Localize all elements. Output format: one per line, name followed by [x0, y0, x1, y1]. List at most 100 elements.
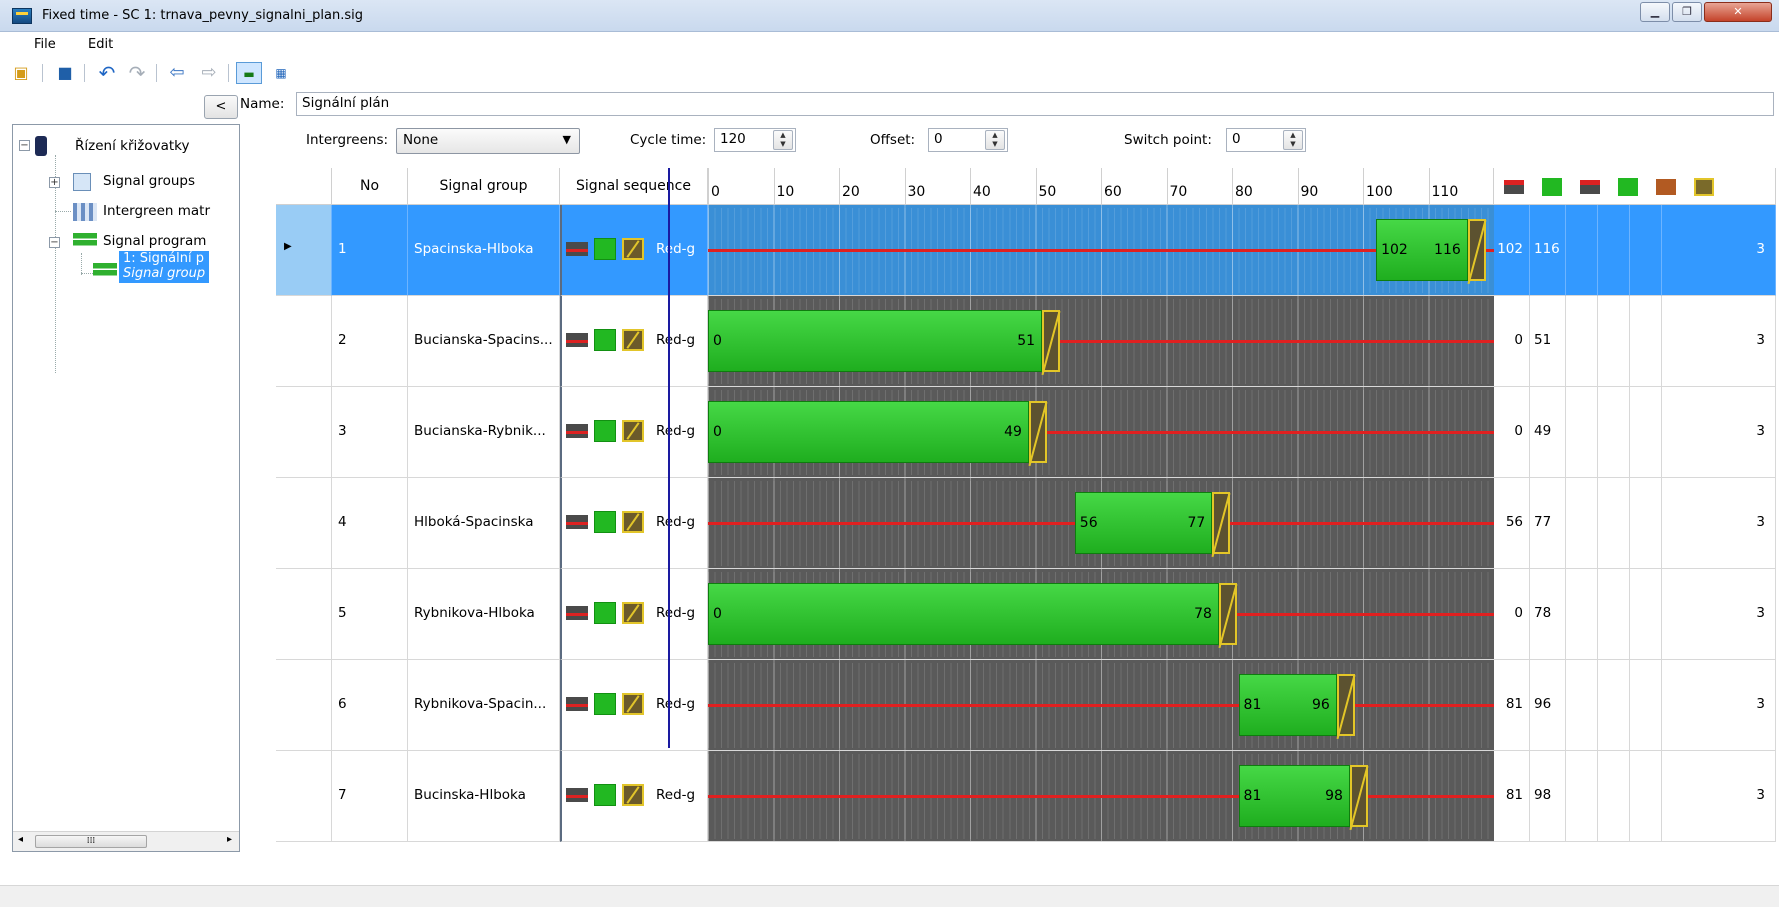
name-input[interactable]: Signální plán [296, 92, 1774, 116]
cell-empty[interactable] [1630, 478, 1662, 569]
cell-green-end[interactable]: 116 [1530, 205, 1566, 296]
amber-phase-block[interactable] [1212, 492, 1231, 554]
header-no[interactable]: No [332, 168, 408, 205]
header-signal-group[interactable]: Signal group [408, 168, 560, 205]
table-row[interactable]: 2 Bucianska-Spacins... Red-g 0 51 0 51 3 [276, 296, 1776, 387]
row-header[interactable] [276, 478, 332, 569]
tree-intergreen-matrix[interactable]: Intergreen matr [103, 203, 210, 219]
cell-signal-sequence[interactable]: Red-g [560, 751, 708, 842]
table-row[interactable]: 4 Hlboká-Spacinska Red-g 56 77 56 77 3 [276, 478, 1776, 569]
cell-green-start[interactable]: 81 [1494, 751, 1530, 842]
signal-timeline[interactable]: 56 77 [708, 478, 1494, 569]
cell-empty[interactable] [1630, 660, 1662, 751]
collapse-root-icon[interactable]: − [19, 140, 30, 151]
cell-amber-duration[interactable]: 3 [1662, 569, 1776, 660]
cell-green-start[interactable]: 0 [1494, 387, 1530, 478]
cell-no[interactable]: 5 [332, 569, 408, 660]
collapse-signal-program-icon[interactable]: − [49, 237, 60, 248]
table-row[interactable]: 6 Rybnikova-Spacin... Red-g 81 96 81 96 … [276, 660, 1776, 751]
cell-amber-duration[interactable]: 3 [1662, 751, 1776, 842]
cell-green-start[interactable]: 102 [1494, 205, 1530, 296]
signal-timeline[interactable]: 0 51 [708, 296, 1494, 387]
cell-signal-group[interactable]: Bucianska-Rybnik... [408, 387, 560, 478]
row-header[interactable] [276, 387, 332, 478]
green-phase-bar[interactable]: 0 51 [708, 310, 1043, 372]
green-phase-bar[interactable]: 0 78 [708, 583, 1219, 645]
menu-file[interactable]: File [34, 37, 56, 52]
cell-signal-group[interactable]: Bucianska-Spacins... [408, 296, 560, 387]
signal-timeline[interactable]: 0 49 [708, 387, 1494, 478]
row-header[interactable] [276, 751, 332, 842]
save-icon[interactable]: ■ [54, 62, 76, 84]
cell-signal-group[interactable]: Bucinska-Hlboka [408, 751, 560, 842]
signal-timeline[interactable]: 81 96 [708, 660, 1494, 751]
cell-empty[interactable] [1598, 296, 1630, 387]
amber-phase-block[interactable] [1042, 310, 1061, 372]
scroll-right-icon[interactable]: ▸ [227, 834, 232, 845]
cell-no[interactable]: 7 [332, 751, 408, 842]
cell-signal-group[interactable]: Spacinska-Hlboka [408, 205, 560, 296]
cell-empty[interactable] [1598, 478, 1630, 569]
amber-phase-block[interactable] [1349, 765, 1368, 827]
cell-empty[interactable] [1598, 205, 1630, 296]
tree-signal-groups[interactable]: Signal groups [103, 173, 195, 189]
cell-signal-sequence[interactable]: Red-g [560, 387, 708, 478]
close-button[interactable]: ✕ [1704, 2, 1772, 22]
cell-amber-duration[interactable]: 3 [1662, 387, 1776, 478]
cell-no[interactable]: 1 [332, 205, 408, 296]
table-row[interactable]: ▶ 1 Spacinska-Hlboka Red-g 102 116 102 1… [276, 205, 1776, 296]
cell-green-end[interactable]: 51 [1530, 296, 1566, 387]
cell-amber-duration[interactable]: 3 [1662, 205, 1776, 296]
cell-signal-sequence[interactable]: Red-g [560, 660, 708, 751]
cell-signal-sequence[interactable]: Red-g [560, 205, 708, 296]
cell-signal-group[interactable]: Hlboká-Spacinska [408, 478, 560, 569]
cell-green-start[interactable]: 0 [1494, 296, 1530, 387]
row-header[interactable] [276, 296, 332, 387]
cell-empty[interactable] [1566, 569, 1598, 660]
cell-signal-sequence[interactable]: Red-g [560, 478, 708, 569]
cell-empty[interactable] [1598, 751, 1630, 842]
cell-empty[interactable] [1630, 751, 1662, 842]
green-phase-bar[interactable]: 81 98 [1238, 765, 1350, 827]
cell-empty[interactable] [1566, 660, 1598, 751]
table-view-icon[interactable]: ▦ [268, 62, 294, 84]
cell-empty[interactable] [1598, 660, 1630, 751]
table-row[interactable]: 5 Rybnikova-Hlboka Red-g 0 78 0 78 3 [276, 569, 1776, 660]
cell-empty[interactable] [1630, 296, 1662, 387]
switch-point-spinner[interactable]: ▲ ▼ [1283, 130, 1303, 150]
cell-green-start[interactable]: 56 [1494, 478, 1530, 569]
cell-green-end[interactable]: 78 [1530, 569, 1566, 660]
row-header[interactable] [276, 569, 332, 660]
amber-phase-block[interactable] [1028, 401, 1047, 463]
cell-empty[interactable] [1566, 296, 1598, 387]
green-phase-bar[interactable]: 56 77 [1074, 492, 1213, 554]
redo-icon[interactable]: ↷ [126, 62, 148, 84]
scroll-thumb[interactable]: ⁞⁞⁞ [35, 835, 147, 848]
cell-signal-sequence[interactable]: Red-g [560, 569, 708, 660]
cell-empty[interactable] [1630, 205, 1662, 296]
offset-spinner[interactable]: ▲ ▼ [985, 130, 1005, 150]
row-header[interactable]: ▶ [276, 205, 332, 296]
cell-empty[interactable] [1566, 205, 1598, 296]
expand-signal-groups-icon[interactable]: + [49, 177, 60, 188]
green-phase-bar[interactable]: 0 49 [708, 401, 1029, 463]
row-header[interactable] [276, 660, 332, 751]
intergreens-dropdown[interactable]: None ▼ [396, 128, 580, 154]
open-icon[interactable]: ▣ [10, 62, 32, 84]
cell-green-end[interactable]: 96 [1530, 660, 1566, 751]
cell-no[interactable]: 6 [332, 660, 408, 751]
cell-signal-group[interactable]: Rybnikova-Hlboka [408, 569, 560, 660]
cell-empty[interactable] [1566, 751, 1598, 842]
amber-phase-block[interactable] [1218, 583, 1237, 645]
undo-icon[interactable]: ↶ [96, 62, 118, 84]
cell-amber-duration[interactable]: 3 [1662, 660, 1776, 751]
cell-empty[interactable] [1630, 569, 1662, 660]
cell-amber-duration[interactable]: 3 [1662, 478, 1776, 569]
tree-signal-program[interactable]: Signal program [103, 233, 206, 249]
scroll-left-icon[interactable]: ◂ [18, 834, 23, 845]
cycle-time-spinner[interactable]: ▲ ▼ [773, 130, 793, 150]
cell-green-start[interactable]: 0 [1494, 569, 1530, 660]
menu-edit[interactable]: Edit [88, 37, 113, 52]
table-row[interactable]: 7 Bucinska-Hlboka Red-g 81 98 81 98 3 [276, 751, 1776, 842]
cell-empty[interactable] [1566, 387, 1598, 478]
